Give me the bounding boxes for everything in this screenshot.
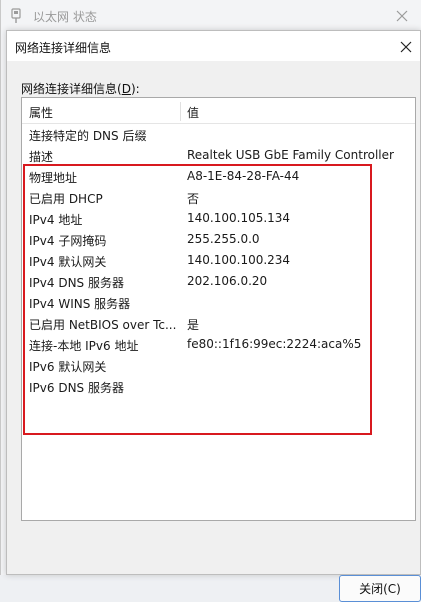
row-property: 已启用 DHCP [29,192,103,206]
table-row[interactable]: 描述 Realtek USB GbE Family Controller [22,145,415,166]
row-property: IPv4 地址 [29,213,83,227]
close-button[interactable]: 关闭(C) [339,575,421,602]
row-property: IPv4 默认网关 [29,255,107,269]
row-property: IPv6 DNS 服务器 [29,381,124,395]
dialog-titlebar: 网络连接详细信息 [7,31,420,61]
parent-titlebar: 以太网 状态 [1,0,421,32]
row-value: 否 [187,192,200,206]
table-row[interactable]: 连接-本地 IPv6 地址 fe80::1f16:99ec:2224:aca%5 [22,334,415,355]
row-value: 是 [187,318,200,332]
table-row[interactable]: IPv6 DNS 服务器 [22,376,415,397]
table-row[interactable]: IPv4 DNS 服务器 202.106.0.20 [22,271,415,292]
column-divider[interactable] [180,102,181,121]
table-row[interactable]: 物理地址 A8-1E-84-28-FA-44 [22,166,415,187]
details-section-label: 网络连接详细信息(D): [21,82,140,96]
table-row[interactable]: 已启用 DHCP 否 [22,187,415,208]
dialog-close-icon[interactable] [394,35,418,59]
row-property: 描述 [29,150,54,164]
row-property: IPv4 DNS 服务器 [29,276,124,290]
network-adapter-icon [11,8,21,24]
row-value: 255.255.0.0 [187,232,260,246]
row-property: IPv6 默认网关 [29,360,107,374]
table-row[interactable]: IPv6 默认网关 [22,355,415,376]
table-row[interactable]: 已启用 NetBIOS over Tc... 是 [22,313,415,334]
row-value: 140.100.100.234 [187,253,291,267]
row-property: IPv4 WINS 服务器 [29,297,131,311]
row-value: A8-1E-84-28-FA-44 [187,169,300,183]
row-value: 202.106.0.20 [187,274,268,288]
table-row[interactable]: 连接特定的 DNS 后缀 [22,124,415,145]
network-details-dialog: 网络连接详细信息 网络连接详细信息(D): 属性 值 连接特定的 DNS 后缀 … [6,30,421,602]
column-header-value[interactable]: 值 [187,104,199,121]
row-property: IPv4 子网掩码 [29,234,107,248]
column-header-property[interactable]: 属性 [29,104,53,121]
row-value: 140.100.105.134 [187,211,291,225]
table-row[interactable]: IPv4 默认网关 140.100.100.234 [22,250,415,271]
row-value: fe80::1f16:99ec:2224:aca%5 [187,337,362,351]
row-value: Realtek USB GbE Family Controller [187,148,394,162]
parent-close-icon[interactable] [390,4,414,28]
details-listview[interactable]: 属性 值 连接特定的 DNS 后缀 描述 Realtek USB GbE Fami… [21,97,416,521]
table-row[interactable]: IPv4 地址 140.100.105.134 [22,208,415,229]
row-property: 物理地址 [29,171,78,185]
table-row[interactable]: IPv4 WINS 服务器 [22,292,415,313]
row-property: 连接特定的 DNS 后缀 [29,129,147,143]
listview-rows: 连接特定的 DNS 后缀 描述 Realtek USB GbE Family Co… [22,124,415,397]
dialog-title: 网络连接详细信息 [15,41,112,55]
parent-window-title: 以太网 状态 [33,10,97,24]
table-row[interactable]: IPv4 子网掩码 255.255.0.0 [22,229,415,250]
row-property: 连接-本地 IPv6 地址 [29,339,139,353]
listview-header: 属性 值 [22,98,415,124]
row-property: 已启用 NetBIOS over Tc... [29,318,177,332]
